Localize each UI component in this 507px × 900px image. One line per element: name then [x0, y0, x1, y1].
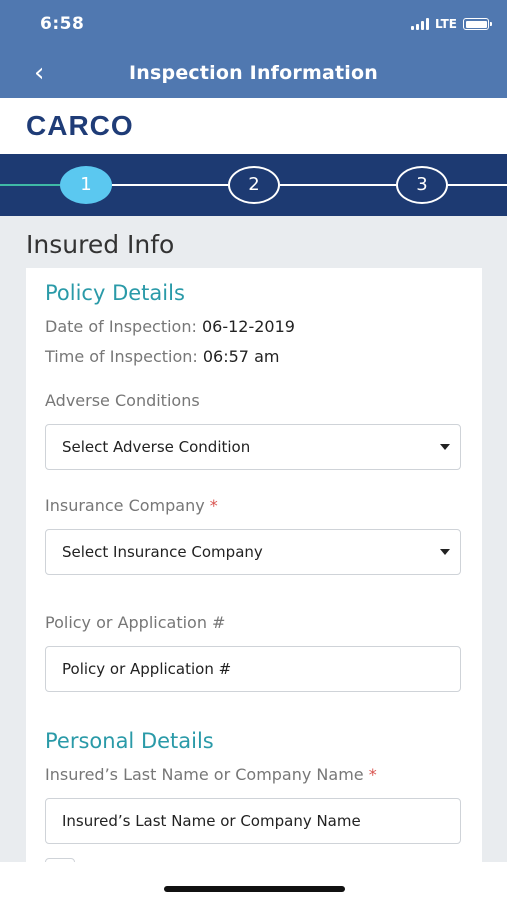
last-name-label-text: Insured’s Last Name or Company Name [45, 765, 364, 784]
caret-down-icon [440, 444, 450, 450]
last-name-placeholder: Insured’s Last Name or Company Name [62, 812, 361, 830]
brand-bar: CARCO [0, 98, 507, 154]
step-connector [448, 184, 507, 186]
status-bar: 6:58 LTE [0, 0, 507, 50]
insurance-company-label-text: Insurance Company [45, 496, 205, 515]
policy-number-input[interactable]: Policy or Application # [45, 646, 461, 692]
adverse-condition-select[interactable]: Select Adverse Condition [45, 424, 461, 470]
insurance-company-label: Insurance Company * [45, 496, 218, 515]
battery-icon [463, 18, 492, 30]
inspection-time: Time of Inspection: 06:57 am [45, 347, 279, 366]
adverse-condition-value: Select Adverse Condition [62, 438, 251, 456]
last-name-label: Insured’s Last Name or Company Name * [45, 765, 377, 784]
page-title: Inspection Information [129, 62, 378, 84]
carco-logo: CARCO [26, 110, 134, 141]
status-indicators: LTE [410, 17, 492, 31]
step-1[interactable]: 1 [60, 166, 112, 204]
section-heading: Insured Info [26, 230, 175, 259]
form-card: Policy Details Date of Inspection: 06-12… [26, 268, 482, 882]
signal-icon [410, 18, 429, 30]
step-3[interactable]: 3 [396, 166, 448, 204]
step-connector [280, 184, 396, 186]
policy-number-label: Policy or Application # [45, 613, 226, 632]
network-type: LTE [434, 17, 457, 31]
inspection-time-label: Time of Inspection: [45, 347, 198, 366]
last-name-input[interactable]: Insured’s Last Name or Company Name [45, 798, 461, 844]
insurance-company-select[interactable]: Select Insurance Company [45, 529, 461, 575]
inspection-date-value: 06-12-2019 [201, 317, 295, 336]
inspection-time-value: 06:57 am [202, 347, 280, 366]
insurance-company-value: Select Insurance Company [62, 543, 263, 561]
nav-bar: ‹ Inspection Information [0, 50, 507, 98]
progress-stepper: 1 2 3 [0, 154, 507, 216]
adverse-conditions-label: Adverse Conditions [45, 391, 200, 410]
status-time: 6:58 [40, 14, 85, 34]
policy-details-title: Policy Details [45, 281, 185, 305]
inspection-date: Date of Inspection: 06-12-2019 [45, 317, 295, 336]
bottom-safe-area [0, 862, 507, 900]
step-2[interactable]: 2 [228, 166, 280, 204]
required-marker: * [209, 496, 218, 515]
required-marker: * [368, 765, 377, 784]
home-indicator[interactable] [164, 886, 345, 892]
policy-number-placeholder: Policy or Application # [62, 660, 232, 678]
caret-down-icon [440, 549, 450, 555]
inspection-date-label: Date of Inspection: [45, 317, 197, 336]
step-connector-done [0, 184, 60, 186]
step-connector [112, 184, 228, 186]
personal-details-title: Personal Details [45, 729, 214, 753]
